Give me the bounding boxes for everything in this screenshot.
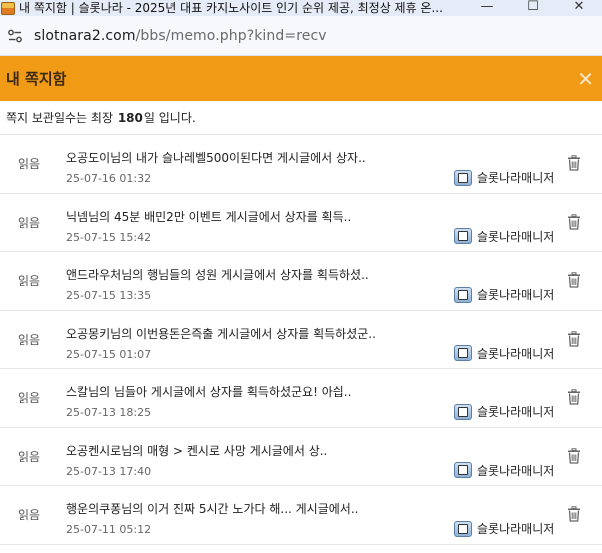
message-date: 25-07-13 18:25 — [66, 406, 152, 419]
sender-name: 슬롯나라매니저 — [477, 229, 555, 244]
read-status: 읽음 — [18, 274, 41, 289]
read-status: 읽음 — [18, 449, 41, 464]
message-date: 25-07-15 13:35 — [66, 289, 152, 302]
message-subject-link[interactable]: 오공몽키님의 이번용돈은즉출 게시글에서 상자를 획득하셨군.. — [66, 325, 376, 342]
read-status: 읽음 — [18, 508, 41, 523]
address-bar: slotnara2.com/bbs/memo.php?kind=recv — [0, 16, 602, 56]
message-row[interactable]: 읽음 앤드라우처님의 행님들의 성원 게시글에서 상자를 획득하셨.. 25-0… — [0, 252, 602, 311]
read-status: 읽음 — [18, 215, 41, 230]
delete-icon[interactable] — [567, 213, 581, 230]
message-date: 25-07-11 05:12 — [66, 523, 152, 536]
sender-name: 슬롯나라매니저 — [477, 522, 555, 536]
window-titlebar: 내 쪽지함 | 슬롯나라 - 2025년 대표 카지노사이트 인기 순위 제공,… — [0, 0, 602, 16]
page-title: 내 쪽지함 — [6, 70, 67, 88]
sender-level-icon — [454, 462, 472, 478]
retention-notice: 쪽지 보관일수는 최장 180 일 입니다. — [0, 101, 602, 135]
sender-level-icon — [454, 228, 472, 244]
message-subject-link[interactable]: 앤드라우처님의 행님들의 성원 게시글에서 상자를 획득하셨.. — [66, 266, 369, 283]
sender-name: 슬롯나라매니저 — [477, 346, 555, 361]
sender-level-icon — [454, 345, 472, 361]
maximize-button[interactable]: ☐ — [510, 0, 556, 16]
message-sender[interactable]: 슬롯나라매니저 — [454, 286, 554, 303]
close-button[interactable]: ✕ — [577, 69, 594, 89]
delete-icon[interactable] — [567, 155, 581, 171]
message-subject-link[interactable]: 오공도이님의 내가 슬나레벨500이된다면 게시글에서 상자.. — [66, 149, 366, 166]
message-sender[interactable]: 슬롯나라매니저 — [454, 169, 554, 186]
read-status: 읽음 — [18, 157, 41, 172]
message-sender[interactable]: 슬롯나라매니저 — [454, 345, 554, 362]
site-favicon-icon — [1, 1, 15, 15]
message-sender[interactable]: 슬롯나라매니저 — [454, 228, 554, 245]
message-date: 25-07-15 01:07 — [66, 347, 152, 361]
message-subject-link[interactable]: 닉넴님의 45분 배민2만 이벤트 게시글에서 상자를 획득.. — [66, 208, 351, 225]
message-sender[interactable]: 슬롯나라매니저 — [454, 520, 554, 537]
url-path: /bbs/memo.php?kind=recv — [135, 27, 327, 44]
message-row[interactable]: 읽음 오공도이님의 내가 슬나레벨500이된다면 게시글에서 상자.. 25-0… — [0, 135, 602, 194]
message-date: 25-07-16 01:32 — [66, 172, 152, 185]
message-list: 읽음 오공도이님의 내가 슬나레벨500이된다면 게시글에서 상자.. 25-0… — [0, 135, 602, 545]
window-controls: — ☐ ✕ — [464, 0, 602, 16]
minimize-button[interactable]: — — [464, 0, 510, 16]
notice-days: 180 — [117, 110, 143, 125]
message-date: 25-07-15 15:42 — [66, 230, 152, 244]
memo-header: 내 쪽지함 ✕ — [0, 56, 602, 101]
delete-icon[interactable] — [567, 330, 581, 347]
message-date: 25-07-13 17:40 — [66, 464, 152, 478]
delete-icon[interactable] — [567, 506, 581, 522]
read-status: 읽음 — [18, 391, 41, 406]
message-subject-link[interactable]: 오공켄시로님의 매형 > 켄시로 사망 게시글에서 상.. — [66, 442, 327, 459]
delete-icon[interactable] — [567, 272, 581, 288]
sender-level-icon — [454, 520, 472, 537]
sender-name: 슬롯나라매니저 — [477, 463, 555, 478]
window-close-button[interactable]: ✕ — [556, 0, 602, 16]
message-sender[interactable]: 슬롯나라매니저 — [454, 462, 554, 479]
url-host: slotnara2.com — [34, 27, 136, 44]
sender-level-icon — [454, 169, 472, 186]
sender-name: 슬롯나라매니저 — [477, 171, 555, 185]
message-row[interactable]: 읽음 행운의쿠퐁님의 이거 진짜 5시간 노가다 해... 게시글에서.. 25… — [0, 486, 602, 545]
read-status: 읽음 — [18, 332, 41, 347]
sender-level-icon — [454, 286, 472, 303]
message-subject-link[interactable]: 스칼님의 님들아 게시글에서 상자를 획득하셨군요! 아싑.. — [66, 383, 351, 400]
notice-prefix: 쪽지 보관일수는 최장 — [6, 111, 113, 125]
delete-icon[interactable] — [567, 389, 581, 405]
message-row[interactable]: 읽음 스칼님의 님들아 게시글에서 상자를 획득하셨군요! 아싑.. 25-07… — [0, 369, 602, 428]
sender-level-icon — [454, 403, 472, 420]
message-subject-link[interactable]: 행운의쿠퐁님의 이거 진짜 5시간 노가다 해... 게시글에서.. — [66, 500, 358, 517]
message-row[interactable]: 읽음 오공켄시로님의 매형 > 켄시로 사망 게시글에서 상.. 25-07-1… — [0, 428, 602, 486]
sender-name: 슬롯나라매니저 — [477, 405, 555, 419]
message-sender[interactable]: 슬롯나라매니저 — [454, 403, 554, 420]
sender-name: 슬롯나라매니저 — [477, 288, 555, 302]
window-title: 내 쪽지함 | 슬롯나라 - 2025년 대표 카지노사이트 인기 순위 제공,… — [19, 1, 443, 15]
delete-icon[interactable] — [567, 447, 581, 464]
message-row[interactable]: 읽음 닉넴님의 45분 배민2만 이벤트 게시글에서 상자를 획득.. 25-0… — [0, 194, 602, 252]
site-settings-icon[interactable] — [6, 27, 24, 45]
message-row[interactable]: 읽음 오공몽키님의 이번용돈은즉출 게시글에서 상자를 획득하셨군.. 25-0… — [0, 311, 602, 369]
notice-suffix: 일 입니다. — [143, 111, 196, 125]
url-field[interactable]: slotnara2.com/bbs/memo.php?kind=recv — [34, 28, 327, 44]
